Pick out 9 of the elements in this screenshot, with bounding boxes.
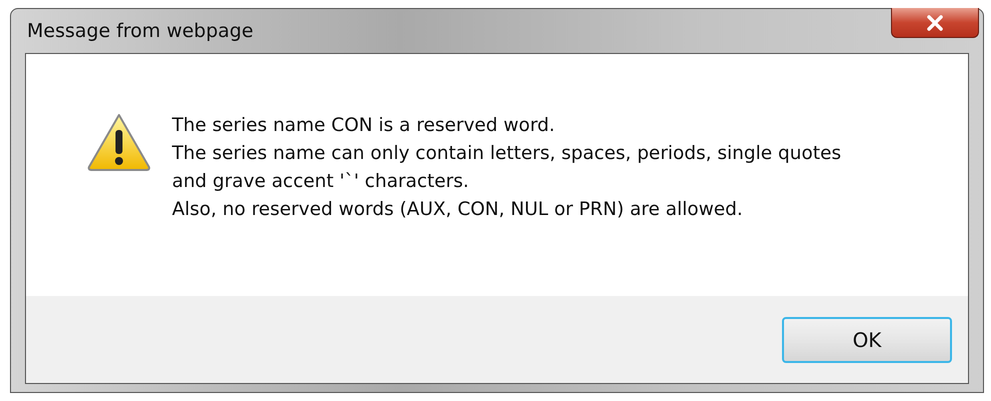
warning-icon [86,112,152,172]
ok-button[interactable]: OK [782,316,952,362]
message-text: The series name can only contain letters, spaces, periods, single quotes [172,142,842,166]
window-title: Message from webpage [26,20,254,42]
message-text: Also, no reserved words (AUX, CON, NUL or PRN) are allowed. [172,198,744,222]
close-icon [926,14,944,30]
message-text: The series name CON is a reserved word. [172,114,556,138]
close-button[interactable] [891,8,979,38]
message-text: and grave accent '`' characters. [172,170,470,194]
